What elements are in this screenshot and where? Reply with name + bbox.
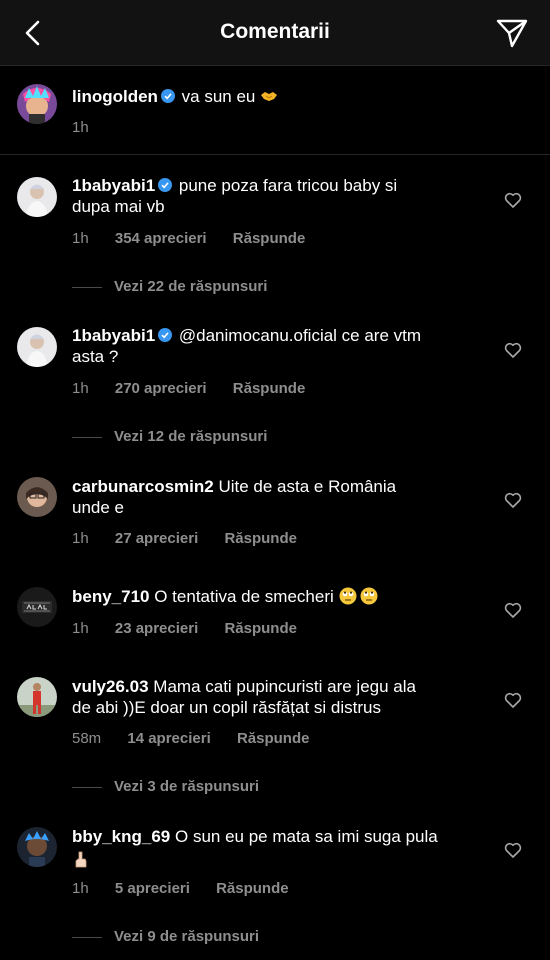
heart-outline-icon[interactable] [504, 491, 522, 509]
view-replies-link[interactable]: Vezi 9 de răspunsuri [72, 928, 259, 945]
comment-text: Uite de asta e România [218, 477, 397, 496]
comment-meta: 1h 270 aprecieri Răspunde [72, 380, 327, 397]
comment-text: Mama cati pupincuristi are jegu ala [153, 677, 416, 696]
view-replies-link[interactable]: Vezi 12 de răspunsuri [72, 428, 267, 445]
comment-text: O tentativa de smecheri [154, 587, 334, 606]
avatar[interactable] [17, 827, 57, 867]
post-caption: linogolden va sun eu 1h [0, 66, 550, 155]
eye-roll-emoji-icon [360, 587, 377, 605]
heart-outline-icon[interactable] [504, 191, 522, 209]
comment-time: 1h [72, 530, 89, 547]
comment-meta: 1h 23 aprecieri Răspunde [72, 620, 319, 637]
comment-time: 1h [72, 119, 89, 136]
heart-outline-icon[interactable] [504, 691, 522, 709]
view-replies-link[interactable]: Vezi 22 de răspunsuri [72, 278, 267, 295]
comment-text-cont: de abi ))E doar un copil răsfățat si dis… [72, 698, 381, 717]
reply-button[interactable]: Răspunde [216, 880, 289, 897]
handshake-emoji-icon [261, 92, 278, 101]
avatar[interactable] [17, 677, 57, 717]
comment-text-block: carbunarcosmin2 Uite de asta e România u… [72, 476, 492, 518]
page-title: Comentarii [220, 20, 330, 43]
middle-finger-emoji-icon [75, 851, 87, 868]
comment-text-cont: unde e [72, 498, 124, 517]
likes-count[interactable]: 27 aprecieri [115, 530, 198, 547]
heart-outline-icon[interactable] [504, 841, 522, 859]
heart-outline-icon[interactable] [504, 601, 522, 619]
comment-text: @danimocanu.oficial ce are vtm [178, 326, 422, 345]
reply-button[interactable]: Răspunde [233, 380, 306, 397]
heart-outline-icon[interactable] [504, 341, 522, 359]
comment-text-cont: asta ? [72, 347, 119, 366]
username[interactable]: 1babyabi1 [72, 326, 155, 345]
username[interactable]: vuly26.03 [72, 677, 149, 696]
send-icon[interactable] [494, 15, 530, 51]
comment-text: va sun eu [181, 87, 256, 106]
likes-count[interactable]: 14 aprecieri [127, 730, 210, 747]
comment-time: 1h [72, 620, 89, 637]
avatar[interactable] [17, 327, 57, 367]
comment-text-cont: dupa mai vb [72, 197, 165, 216]
reply-button[interactable]: Răspunde [237, 730, 310, 747]
comment-meta: 1h 27 aprecieri Răspunde [72, 530, 319, 547]
avatar[interactable] [17, 84, 57, 124]
reply-button[interactable]: Răspunde [224, 530, 297, 547]
verified-badge-icon [160, 89, 175, 103]
comment-time: 58m [72, 730, 102, 747]
verified-badge-icon [158, 178, 173, 192]
avatar[interactable] [17, 177, 57, 217]
comment-meta: 1h 5 aprecieri Răspunde [72, 880, 311, 897]
reply-button[interactable]: Răspunde [224, 620, 297, 637]
comment-text: pune poza fara tricou baby si [178, 176, 398, 195]
verified-badge-icon [158, 328, 173, 342]
comment-text: O sun eu pe mata sa imi suga pula [175, 827, 438, 846]
username[interactable]: bby_kng_69 [72, 827, 170, 846]
likes-count[interactable]: 270 aprecieri [115, 380, 207, 397]
username[interactable]: linogolden [72, 87, 158, 106]
avatar[interactable] [17, 587, 57, 627]
comment-text-block: 1babyabi1 pune poza fara tricou baby si … [72, 175, 492, 217]
comment-meta: 1h [72, 119, 111, 136]
eye-roll-emoji-icon [339, 587, 356, 605]
comment-time: 1h [72, 380, 89, 397]
comment-text-block: beny_710 O tentativa de smecheri [72, 586, 492, 607]
username[interactable]: beny_710 [72, 587, 150, 606]
username[interactable]: 1babyabi1 [72, 176, 155, 195]
comment-text-block: bby_kng_69 O sun eu pe mata sa imi suga … [72, 826, 492, 871]
username[interactable]: carbunarcosmin2 [72, 477, 214, 496]
reply-button[interactable]: Răspunde [233, 230, 306, 247]
comment-time: 1h [72, 230, 89, 247]
comment-meta: 1h 354 aprecieri Răspunde [72, 230, 327, 247]
comment-time: 1h [72, 880, 89, 897]
caption-text: linogolden va sun eu [72, 86, 492, 107]
likes-count[interactable]: 354 aprecieri [115, 230, 207, 247]
avatar[interactable] [17, 477, 57, 517]
likes-count[interactable]: 5 aprecieri [115, 880, 190, 897]
likes-count[interactable]: 23 aprecieri [115, 620, 198, 637]
comment-meta: 58m 14 aprecieri Răspunde [72, 730, 331, 747]
view-replies-link[interactable]: Vezi 3 de răspunsuri [72, 778, 259, 795]
comment-text-block: vuly26.03 Mama cati pupincuristi are jeg… [72, 676, 492, 718]
comment-text-block: 1babyabi1 @danimocanu.oficial ce are vtm… [72, 325, 492, 367]
header-bar: Comentarii [0, 0, 550, 66]
